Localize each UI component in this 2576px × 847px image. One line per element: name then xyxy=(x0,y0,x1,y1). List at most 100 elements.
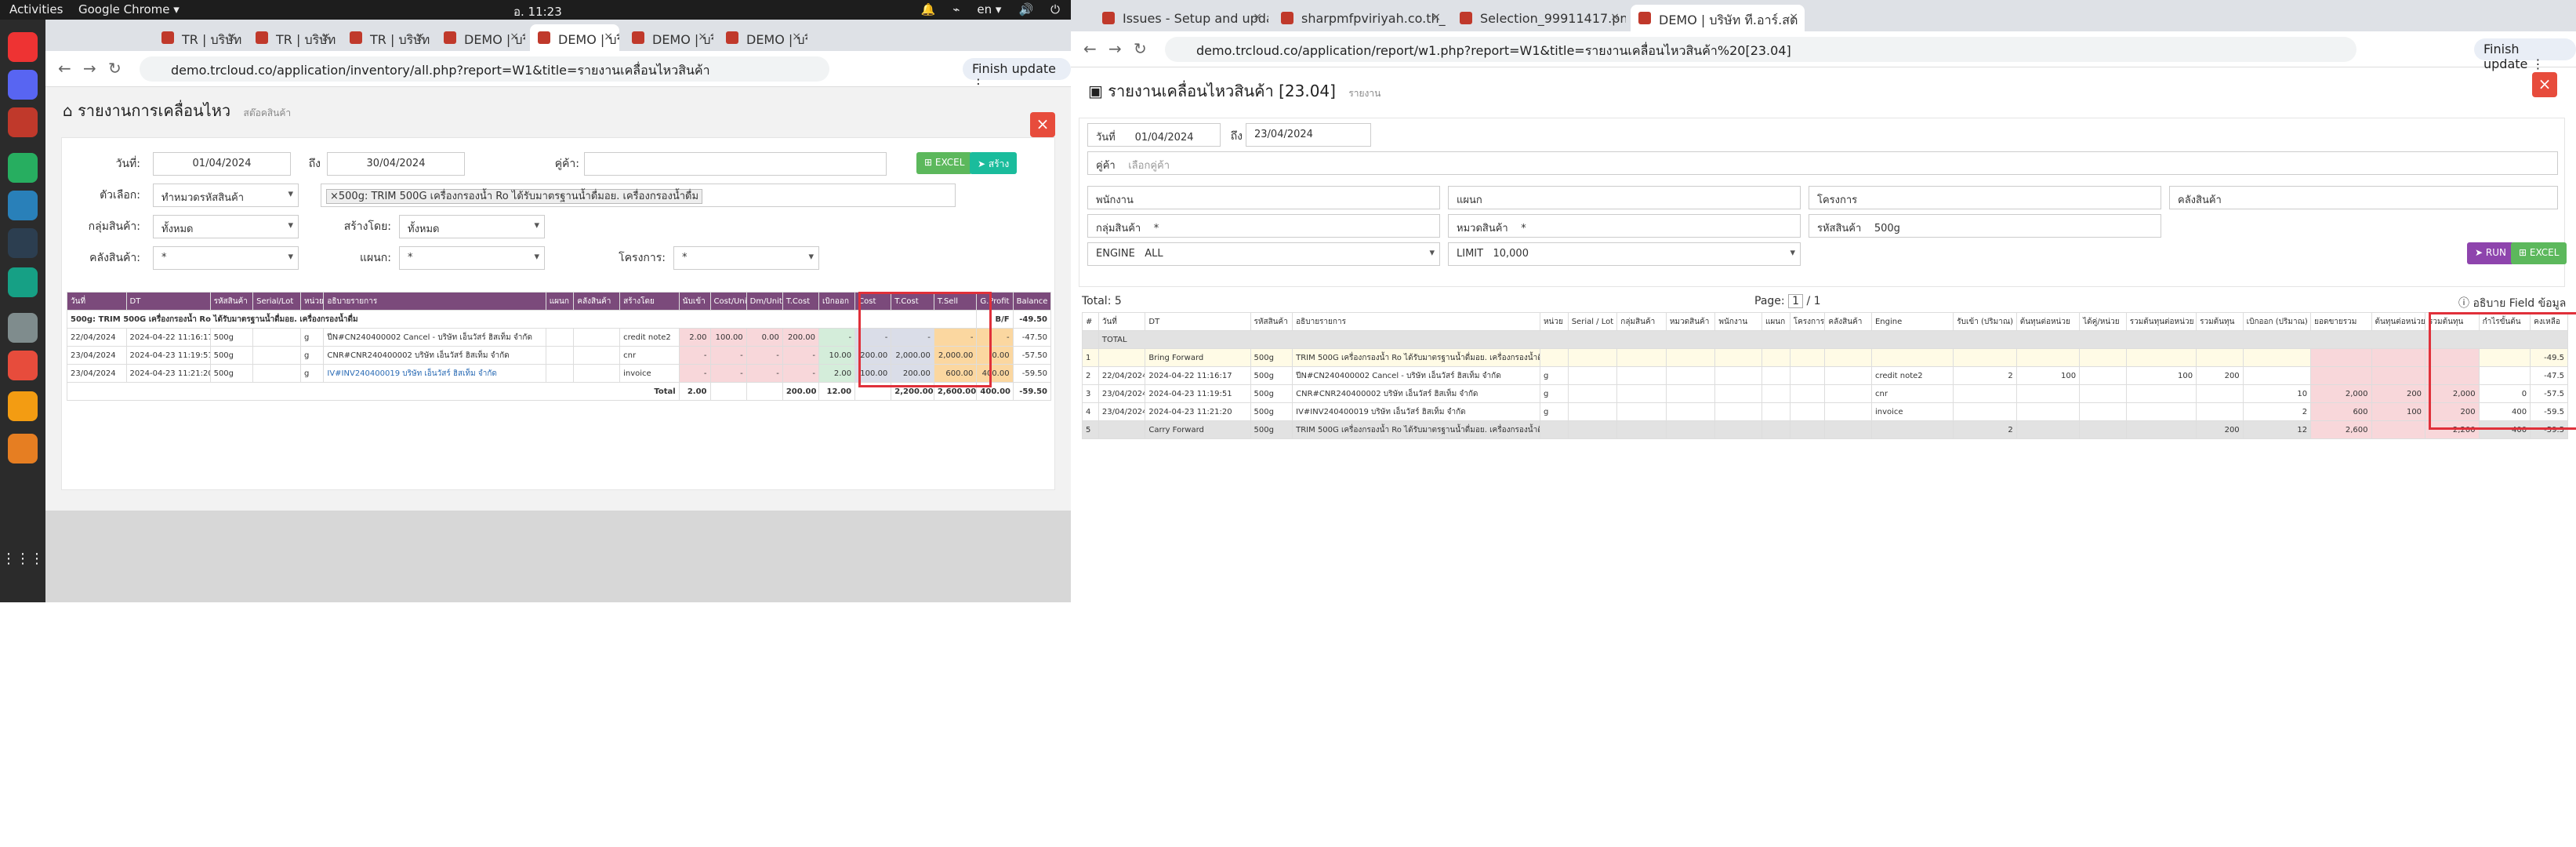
run-button[interactable]: ➤ RUN xyxy=(2467,242,2514,264)
column-header[interactable]: คลังสินค้า xyxy=(1824,312,1872,331)
column-header[interactable]: พนักงาน xyxy=(1714,312,1762,331)
column-header[interactable]: Engine xyxy=(1870,312,1954,331)
browser-tab[interactable]: TR | บริษัท ที× xyxy=(342,24,431,51)
browser-tab[interactable]: DEMO | บริ × xyxy=(624,24,713,51)
field-info-link[interactable]: ⓘ อธิบาย Field ข้อมูล xyxy=(2458,295,2566,312)
close-tab-icon[interactable]: × xyxy=(321,31,331,43)
column-header[interactable]: แผนก xyxy=(1761,312,1791,331)
warehouse-field[interactable]: คลังสินค้า xyxy=(2169,186,2558,209)
engine-select[interactable]: ENGINE ALL xyxy=(1087,242,1440,266)
department-field[interactable]: แผนก xyxy=(1448,186,1801,209)
column-header[interactable]: วันที่ xyxy=(1098,312,1146,331)
postman-icon[interactable] xyxy=(8,434,38,463)
column-header[interactable]: ยอดขายรวม xyxy=(2310,312,2372,331)
created-by-select[interactable]: ทั้งหมด xyxy=(399,215,545,238)
browser-tab[interactable]: TR | บริษัท ที× xyxy=(248,24,337,51)
activities-button[interactable]: Activities xyxy=(9,2,63,16)
create-report-button[interactable]: ➤ สร้าง xyxy=(970,152,1018,174)
column-header[interactable]: หมวดสินค้า xyxy=(1665,312,1716,331)
column-header[interactable]: DT xyxy=(125,292,211,311)
product-group-field[interactable]: กลุ่มสินค้า * xyxy=(1087,214,1440,238)
column-header[interactable]: วันที่ xyxy=(67,292,127,311)
calc-icon[interactable] xyxy=(8,313,38,343)
table-cell[interactable]: CNR#CNR240400002 บริษัท เอ็นวัสร์ ฮิสเท็… xyxy=(323,346,546,365)
product-tag[interactable]: ×500g: TRIM 500G เครื่องกรองน้ำ Ro ได้รั… xyxy=(326,189,703,204)
files-icon[interactable] xyxy=(8,107,38,137)
table-cell[interactable]: IV#INV240400019 บริษัท เอ็นวัสร์ ฮิสเท็ม… xyxy=(323,364,546,383)
language-indicator[interactable]: en ▾ xyxy=(977,2,1001,16)
close-tab-icon[interactable]: × xyxy=(227,31,237,43)
close-tab-icon[interactable]: × xyxy=(510,31,519,43)
close-tab-icon[interactable]: × xyxy=(1253,11,1262,24)
close-tab-icon[interactable]: × xyxy=(1789,11,1798,24)
column-header[interactable]: คลังสินค้า xyxy=(573,292,621,311)
home-icon[interactable]: ⌂ xyxy=(63,101,73,120)
browser-tab[interactable]: DEMO | บริ × xyxy=(718,24,807,51)
globe-icon[interactable] xyxy=(8,267,38,297)
anydesk-icon[interactable] xyxy=(8,351,38,380)
browser-tab[interactable]: TR | บริษัท ที× xyxy=(154,24,243,51)
category-field[interactable]: หมวดสินค้า * xyxy=(1448,214,1801,238)
column-header[interactable]: รวมต้นทุน xyxy=(2196,312,2244,331)
column-header[interactable]: Dm/Unit xyxy=(746,292,783,311)
browser-tab[interactable]: DEMO | บริ × xyxy=(530,24,619,51)
browser-tab[interactable]: Issues - Setup and updat × xyxy=(1094,5,1268,31)
app-menu[interactable]: Google Chrome ▾ xyxy=(78,2,180,16)
table-cell[interactable]: ปีN#CN240400002 Cancel - บริษัท เอ็นวัสร… xyxy=(323,328,546,347)
system-tray[interactable]: 🔔 ⌁ en ▾ 🔊 ⏻ xyxy=(921,2,1060,16)
column-header[interactable]: เบิกออก xyxy=(818,292,856,311)
option-select[interactable]: ทำหมวดรหัสสินค้า xyxy=(153,184,299,207)
date-from-input[interactable]: 01/04/2024 xyxy=(153,152,291,176)
column-header[interactable]: Serial/Lot xyxy=(252,292,301,311)
column-header[interactable]: เบิกออก (ปริมาณ) xyxy=(2242,312,2312,331)
finish-update-button[interactable]: Finish update ⋮ xyxy=(963,58,1071,91)
notes-icon[interactable] xyxy=(8,391,38,421)
column-header[interactable]: หน่วย xyxy=(299,292,325,311)
column-header[interactable]: แผนก xyxy=(545,292,575,311)
column-header[interactable]: T.Cost xyxy=(782,292,819,311)
column-header[interactable]: ต้นทุนต่อหน่วย xyxy=(2015,312,2081,331)
app-icon[interactable] xyxy=(8,228,38,258)
department-select[interactable]: * xyxy=(399,246,545,270)
column-header[interactable]: นับเข้า xyxy=(678,292,711,311)
clock[interactable]: อ. 11:23 xyxy=(513,2,562,21)
date-from-field[interactable]: วันที่ 01/04/2024 xyxy=(1087,123,1221,147)
column-header[interactable]: ต้นทุนต่อหน่วย xyxy=(2371,312,2426,331)
url-bar[interactable]: demo.trcloud.co/application/report/w1.ph… xyxy=(1165,37,2356,62)
column-header[interactable]: รับเข้า (ปริมาณ) xyxy=(1953,312,2017,331)
column-header[interactable]: Cost/Unit xyxy=(709,292,747,311)
column-header[interactable]: Serial / Lot xyxy=(1567,312,1618,331)
warehouse-select[interactable]: * xyxy=(153,246,299,270)
docs-icon[interactable] xyxy=(8,191,38,220)
url-bar[interactable]: demo.trcloud.co/application/inventory/al… xyxy=(140,56,829,82)
column-header[interactable]: # xyxy=(1082,312,1099,331)
column-header[interactable]: รหัสสินค้า xyxy=(209,292,254,311)
volume-icon[interactable]: 🔊 xyxy=(1018,2,1033,16)
excel-button[interactable]: ⊞ EXCEL xyxy=(2511,242,2567,264)
discord-icon[interactable] xyxy=(8,70,38,100)
page-select[interactable]: 1 xyxy=(1788,294,1803,308)
column-header[interactable]: กลุ่มสินค้า xyxy=(1616,312,1667,331)
close-tab-icon[interactable]: × xyxy=(604,31,613,43)
close-report-button[interactable]: × xyxy=(2532,72,2557,97)
close-tab-icon[interactable]: × xyxy=(415,31,425,43)
reload-icon[interactable]: ↻ xyxy=(1134,39,1147,58)
date-to-input[interactable]: 30/04/2024 xyxy=(327,152,465,176)
project-field[interactable]: โครงการ xyxy=(1809,186,2161,209)
browser-tab[interactable]: DEMO | บริษัท ที.อาร์.สต × xyxy=(1631,5,1805,31)
party-input[interactable] xyxy=(584,152,887,176)
finish-update-button[interactable]: Finish update ⋮ xyxy=(2474,38,2576,71)
group-select[interactable]: ทั้งหมด xyxy=(153,215,299,238)
close-tab-icon[interactable]: × xyxy=(792,31,801,43)
discord-tray-icon[interactable]: ⌁ xyxy=(952,2,960,16)
excel-button[interactable]: ⊞ EXCEL xyxy=(916,152,973,174)
column-header[interactable]: ได้คู่/หน่วย xyxy=(2079,312,2127,331)
browser-tab[interactable]: sharpmfpviriyah.co.th_ × xyxy=(1273,5,1447,31)
party-field[interactable]: คู่ค้า เลือกคู่ค้า xyxy=(1087,151,2558,175)
browser-tab[interactable]: DEMO | บริ × xyxy=(436,24,525,51)
back-icon[interactable]: ← xyxy=(58,59,71,78)
reload-icon[interactable]: ↻ xyxy=(108,59,122,78)
close-tab-icon[interactable]: × xyxy=(698,31,707,43)
power-icon[interactable]: ⏻ xyxy=(1050,2,1060,16)
sheets-icon[interactable] xyxy=(8,153,38,183)
